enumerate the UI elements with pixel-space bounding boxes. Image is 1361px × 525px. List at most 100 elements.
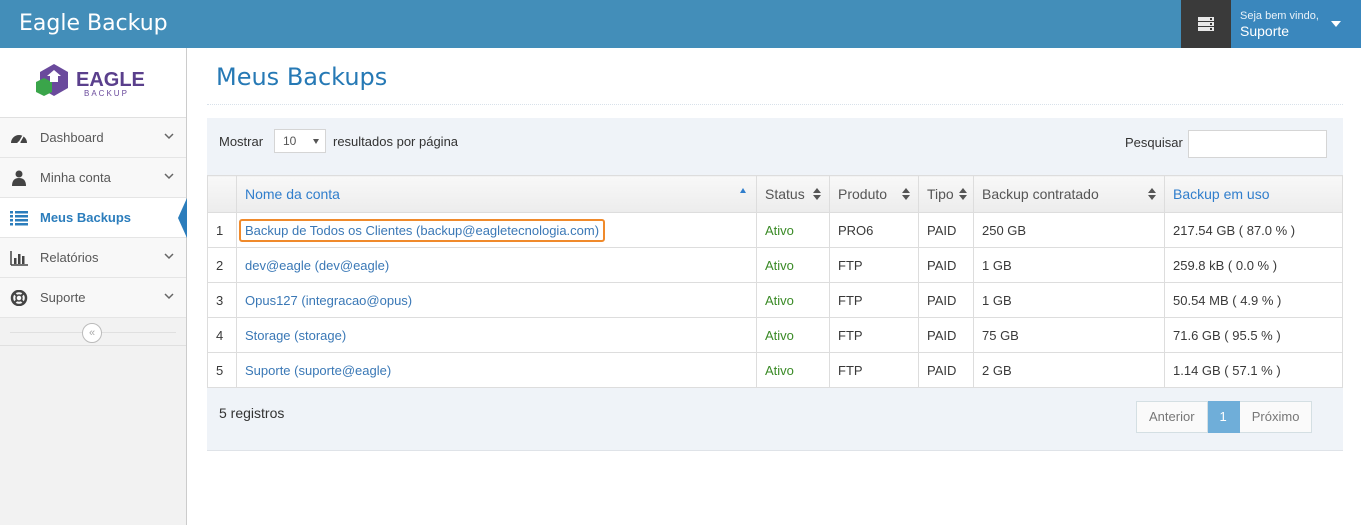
next-page-button[interactable]: Próximo xyxy=(1239,401,1313,433)
chevron-down-icon xyxy=(164,293,174,300)
active-indicator xyxy=(178,198,187,238)
sidebar-item-account[interactable]: Minha conta xyxy=(0,158,186,198)
in-use-cell: 1.14 GB ( 57.1 % ) xyxy=(1164,352,1343,388)
sidebar-item-reports[interactable]: Relatórios xyxy=(0,238,186,278)
welcome-text: Seja bem vindo, xyxy=(1240,10,1319,22)
sidebar: EAGLE BACKUP Dashboard Minha conta Meus … xyxy=(0,48,187,525)
account-link[interactable]: dev@eagle (dev@eagle) xyxy=(236,247,757,283)
records-info: 5 registros xyxy=(219,405,285,421)
column-header-label: Status xyxy=(765,186,805,202)
row-index: 5 xyxy=(207,352,237,388)
divider xyxy=(207,104,1343,105)
username: Suporte xyxy=(1240,23,1290,39)
life-ring-icon xyxy=(10,290,28,306)
type-cell: PAID xyxy=(918,352,974,388)
sidebar-item-label: Meus Backups xyxy=(40,210,132,225)
logo[interactable]: EAGLE BACKUP xyxy=(0,48,186,118)
product-cell: FTP xyxy=(829,282,919,318)
status-cell: Ativo xyxy=(756,352,830,388)
backups-table: Nome da conta Status Produto Tipo Backup… xyxy=(207,175,1343,388)
user-menu[interactable]: Seja bem vindo, Suporte xyxy=(1231,0,1361,48)
contracted-cell: 2 GB xyxy=(973,352,1165,388)
type-cell: PAID xyxy=(918,247,974,283)
account-link[interactable]: Storage (storage) xyxy=(236,317,757,353)
table-row[interactable]: 3 Opus127 (integracao@opus) Ativo FTP PA… xyxy=(207,282,1343,318)
sidebar-item-label: Relatórios xyxy=(40,250,99,265)
column-header-contracted[interactable]: Backup contratado xyxy=(973,175,1165,213)
account-link[interactable]: Opus127 (integracao@opus) xyxy=(236,282,757,318)
contracted-cell: 1 GB xyxy=(973,247,1165,283)
table-row[interactable]: 4 Storage (storage) Ativo FTP PAID 75 GB… xyxy=(207,317,1343,353)
account-link[interactable]: Backup de Todos os Clientes (backup@eagl… xyxy=(245,223,599,238)
sort-asc-icon xyxy=(740,188,746,193)
in-use-cell: 217.54 GB ( 87.0 % ) xyxy=(1164,212,1343,248)
product-cell: FTP xyxy=(829,352,919,388)
product-cell: FTP xyxy=(829,317,919,353)
collapse-sidebar-button[interactable]: « xyxy=(82,323,102,343)
sidebar-nav: Dashboard Minha conta Meus Backups Relat… xyxy=(0,118,187,318)
page-size-select[interactable]: 10 xyxy=(274,129,326,153)
search-input[interactable] xyxy=(1188,130,1327,158)
sidebar-item-dashboard[interactable]: Dashboard xyxy=(0,118,186,158)
logo-name: EAGLE xyxy=(76,69,145,91)
search-label: Pesquisar xyxy=(1125,135,1183,150)
chevron-down-icon xyxy=(164,133,174,140)
chevron-down-icon xyxy=(164,253,174,260)
top-navbar: Eagle Backup Seja bem vindo, Suporte xyxy=(0,0,1361,48)
row-index: 3 xyxy=(207,282,237,318)
app-title[interactable]: Eagle Backup xyxy=(19,11,168,36)
table-row[interactable]: 5 Suporte (suporte@eagle) Ativo FTP PAID… xyxy=(207,352,1343,388)
per-page-label: resultados por página xyxy=(333,134,459,149)
account-name-cell: Backup de Todos os Clientes (backup@eagl… xyxy=(236,212,757,248)
sidebar-item-label: Minha conta xyxy=(40,170,111,185)
sidebar-item-label: Dashboard xyxy=(40,130,104,145)
bar-chart-icon xyxy=(10,251,28,266)
status-cell: Ativo xyxy=(756,282,830,318)
type-cell: PAID xyxy=(918,317,974,353)
sidebar-item-support[interactable]: Suporte xyxy=(0,278,186,318)
show-label: Mostrar xyxy=(219,134,264,149)
highlighted-account-link[interactable]: Backup de Todos os Clientes (backup@eagl… xyxy=(239,218,606,242)
column-header-status[interactable]: Status xyxy=(756,175,830,213)
column-header-product[interactable]: Produto xyxy=(829,175,919,213)
column-header-index xyxy=(207,175,237,213)
contracted-cell: 1 GB xyxy=(973,282,1165,318)
table-row[interactable]: 2 dev@eagle (dev@eagle) Ativo FTP PAID 1… xyxy=(207,247,1343,283)
previous-page-button[interactable]: Anterior xyxy=(1136,401,1208,433)
column-header-in-use[interactable]: Backup em uso xyxy=(1164,175,1343,213)
chevron-down-icon xyxy=(164,173,174,180)
product-cell: FTP xyxy=(829,247,919,283)
pagination: Anterior 1 Próximo xyxy=(1136,401,1313,433)
column-header-label: Tipo xyxy=(927,186,954,202)
column-header-account[interactable]: Nome da conta xyxy=(236,175,757,213)
caret-down-icon xyxy=(1331,21,1341,27)
table-row[interactable]: 1 Backup de Todos os Clientes (backup@ea… xyxy=(207,212,1343,248)
page-size-value: 10 xyxy=(283,134,297,148)
table-header-row: Nome da conta Status Produto Tipo Backup… xyxy=(207,175,1343,213)
page-title: Meus Backups xyxy=(216,63,388,91)
type-cell: PAID xyxy=(918,282,974,318)
account-link[interactable]: Suporte (suporte@eagle) xyxy=(236,352,757,388)
column-header-type[interactable]: Tipo xyxy=(918,175,974,213)
row-index: 2 xyxy=(207,247,237,283)
sort-icon xyxy=(813,188,821,200)
logo-sub: BACKUP xyxy=(84,89,129,98)
list-icon xyxy=(10,211,28,226)
dashboard-icon xyxy=(11,135,27,145)
column-header-label: Backup em uso xyxy=(1173,186,1270,202)
user-icon xyxy=(12,170,26,186)
sidebar-collapse-row: « xyxy=(0,318,186,346)
sort-icon xyxy=(1148,188,1156,200)
status-cell: Ativo xyxy=(756,317,830,353)
contracted-cell: 75 GB xyxy=(973,317,1165,353)
sidebar-item-my-backups[interactable]: Meus Backups xyxy=(0,198,187,238)
sort-icon xyxy=(902,188,910,200)
type-cell: PAID xyxy=(918,212,974,248)
column-header-label: Backup contratado xyxy=(982,186,1099,202)
backups-table-panel: Mostrar 10 resultados por página Pesquis… xyxy=(207,118,1343,451)
current-page-button[interactable]: 1 xyxy=(1207,401,1240,433)
row-index: 1 xyxy=(207,212,237,248)
server-menu-button[interactable] xyxy=(1181,0,1231,48)
column-header-label: Nome da conta xyxy=(245,186,340,202)
row-index: 4 xyxy=(207,317,237,353)
